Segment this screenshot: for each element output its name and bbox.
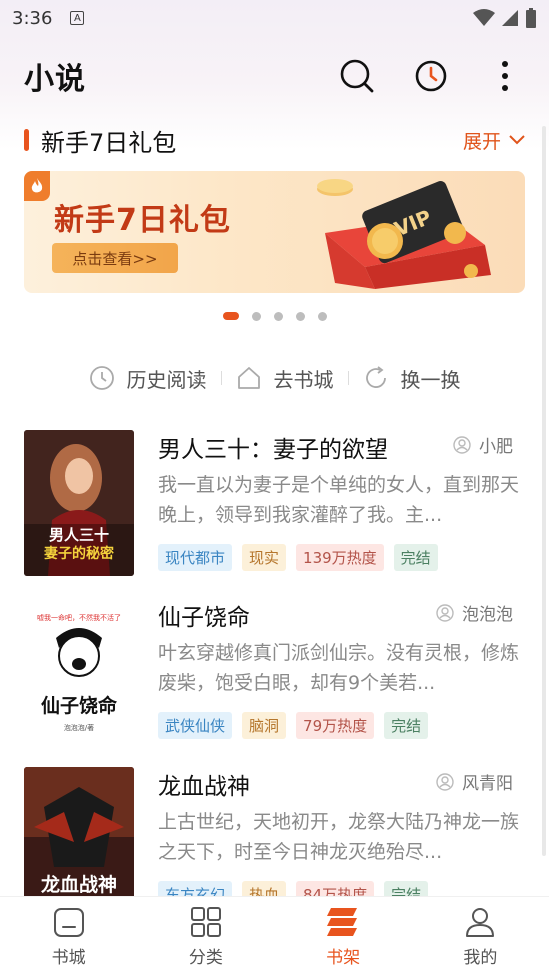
status-bar: 3:36 A xyxy=(0,0,549,36)
tag-genre: 现代都市 xyxy=(158,544,233,571)
pagination-dot[interactable] xyxy=(295,311,305,321)
scrollbar[interactable] xyxy=(542,126,546,856)
book-author: 小肥 xyxy=(453,432,513,457)
user-icon xyxy=(436,603,454,622)
quick-label: 换一换 xyxy=(400,367,461,392)
cover-title: 龙血战神 xyxy=(41,873,117,896)
bottom-navigation: 书城 分类 书架 我的 xyxy=(0,896,549,976)
expand-label: 展开 xyxy=(462,130,501,153)
cover-tagline: 嘘我一命吧，不然我不活了 xyxy=(37,613,121,622)
gift-section-header: 新手7日礼包 展开 xyxy=(24,122,525,158)
battery-icon xyxy=(526,8,536,28)
nav-label: 书城 xyxy=(51,948,86,968)
nav-label: 分类 xyxy=(188,948,223,968)
expand-button[interactable]: 展开 xyxy=(463,127,525,154)
book-description: 叶玄穿越修真门派剑仙宗。没有灵根，修炼废柴，饱受白眼，却有9个美若... xyxy=(158,642,520,694)
category-icon xyxy=(190,907,221,937)
clock-icon xyxy=(415,60,447,92)
tag-status: 完结 xyxy=(384,712,429,739)
book-author: 风青阳 xyxy=(436,769,513,794)
book-author: 泡泡泡 xyxy=(436,600,513,625)
banner-view-button[interactable]: 点击查看>> xyxy=(52,243,178,273)
notification-icon: A xyxy=(70,11,85,25)
clock-icon xyxy=(89,366,114,390)
banner-pagination xyxy=(0,310,549,322)
book-cover[interactable]: 男人三十 妻子的秘密 xyxy=(24,430,134,576)
tag-status: 完结 xyxy=(393,544,438,571)
book-description: 我一直以为妻子是个单纯的女人，直到那天晚上，领导到我家灌醉了我。主... xyxy=(158,474,520,526)
user-icon xyxy=(453,435,471,454)
quick-actions: 历史阅读 去书城 换一换 xyxy=(0,358,549,398)
banner-title: 新手7日礼包 xyxy=(54,203,231,238)
flame-icon xyxy=(31,178,43,193)
wifi-icon xyxy=(473,9,495,26)
profile-icon xyxy=(466,908,495,937)
status-icons xyxy=(473,8,537,28)
nav-label: 我的 xyxy=(463,948,498,968)
tag-subgenre: 现实 xyxy=(242,544,287,571)
tag-popularity: 139万热度 xyxy=(296,544,384,571)
cover-author: 泡泡泡/著 xyxy=(64,723,94,732)
bookshelf-icon xyxy=(327,908,358,936)
nav-category[interactable]: 分类 xyxy=(137,897,274,976)
status-time: 3:36 xyxy=(12,7,53,29)
book-item[interactable]: 嘘我一命吧，不然我不活了 仙子饶命 泡泡泡/著 仙子饶命 泡泡泡 叶玄穿越修真门… xyxy=(24,598,525,746)
page-title: 小说 xyxy=(24,62,86,97)
go-bookstore-button[interactable]: 去书城 xyxy=(222,364,348,393)
pagination-dot[interactable] xyxy=(273,311,283,321)
promo-banner[interactable]: 新手7日礼包 点击查看>> VIP xyxy=(24,171,525,293)
nav-bookstore[interactable]: 书城 xyxy=(0,897,137,976)
pagination-dot[interactable] xyxy=(251,311,261,321)
cover-image: 男人三十 妻子的秘密 xyxy=(24,430,134,576)
quick-label: 去书城 xyxy=(273,367,334,392)
cover-subtitle: 妻子的秘密 xyxy=(44,545,114,562)
book-title: 龙血战神 xyxy=(158,774,250,800)
cover-title: 男人三十 xyxy=(49,526,109,544)
search-icon xyxy=(340,59,374,93)
nav-profile[interactable]: 我的 xyxy=(412,897,549,976)
gift-section-title: 新手7日礼包 xyxy=(41,128,177,157)
tag-subgenre: 脑洞 xyxy=(242,712,287,739)
pagination-dot[interactable] xyxy=(222,312,239,320)
book-title: 仙子饶命 xyxy=(158,605,250,631)
nav-bookshelf[interactable]: 书架 xyxy=(275,897,412,976)
cover-image: 嘘我一命吧，不然我不活了 仙子饶命 泡泡泡/著 xyxy=(24,598,134,744)
book-item[interactable]: 男人三十 妻子的秘密 男人三十：妻子的欲望 小肥 我一直以为妻子是个单纯的女人，… xyxy=(24,430,525,578)
home-icon xyxy=(237,367,260,389)
book-title: 男人三十：妻子的欲望 xyxy=(158,437,388,463)
cover-title: 仙子饶命 xyxy=(41,694,118,717)
gift-box-illustration: VIP xyxy=(317,179,491,289)
book-cover[interactable]: 龙血战神 风青阳/著 xyxy=(24,767,134,913)
tag-popularity: 79万热度 xyxy=(296,712,375,739)
pagination-dot[interactable] xyxy=(317,311,327,321)
user-icon xyxy=(436,772,454,791)
app-bar: 小说 xyxy=(0,48,549,104)
author-name: 风青阳 xyxy=(462,774,513,794)
more-button[interactable] xyxy=(485,56,525,96)
app-actions xyxy=(337,56,525,96)
book-tags: 现代都市 现实 139万热度 完结 xyxy=(158,544,438,571)
tag-genre: 武侠仙侠 xyxy=(158,712,233,739)
book-cover[interactable]: 嘘我一命吧，不然我不活了 仙子饶命 泡泡泡/著 xyxy=(24,598,134,744)
chevron-down-icon xyxy=(509,135,525,145)
book-tags: 武侠仙侠 脑洞 79万热度 完结 xyxy=(158,712,429,739)
signal-icon xyxy=(502,10,518,26)
search-button[interactable] xyxy=(337,56,377,96)
quick-label: 历史阅读 xyxy=(126,367,207,392)
hot-badge xyxy=(24,171,50,201)
history-button[interactable] xyxy=(411,56,451,96)
cover-image: 龙血战神 风青阳/著 xyxy=(24,767,134,913)
book-item[interactable]: 龙血战神 风青阳/著 龙血战神 风青阳 上古世纪，天地初开，龙祭大陆乃神龙一族之… xyxy=(24,767,525,915)
section-marker xyxy=(24,129,29,151)
book-description: 上古世纪，天地初开，龙祭大陆乃神龙一族之天下，时至今日神龙灭绝殆尽... xyxy=(158,811,520,863)
author-name: 小肥 xyxy=(479,437,513,457)
refresh-icon xyxy=(365,366,386,388)
more-vertical-icon xyxy=(502,61,508,91)
nav-label: 书架 xyxy=(326,948,361,968)
history-reading-button[interactable]: 历史阅读 xyxy=(75,364,221,393)
refresh-button[interactable]: 换一换 xyxy=(349,364,475,393)
author-name: 泡泡泡 xyxy=(462,605,513,625)
bookstore-icon xyxy=(53,908,84,937)
